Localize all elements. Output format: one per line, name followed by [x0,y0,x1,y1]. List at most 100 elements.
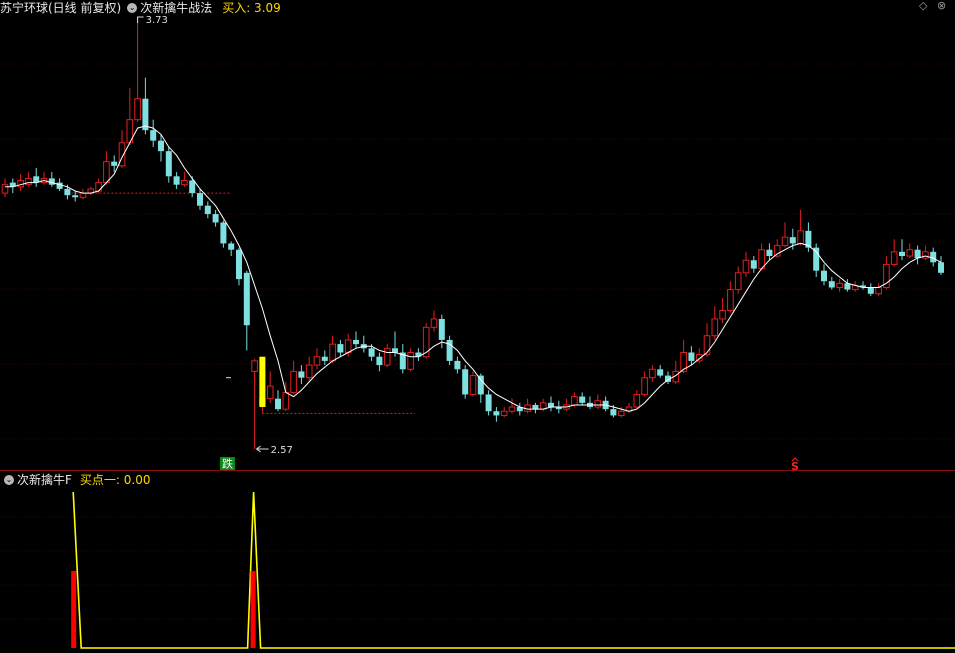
candle [236,247,242,286]
candle [587,396,593,410]
candle [321,350,328,366]
candle-body [617,410,625,416]
s-marker: S [791,460,799,473]
candle-body [282,391,290,410]
candle [275,390,281,412]
candle [446,335,453,366]
candle-body [711,318,719,337]
candle [189,176,196,198]
signal-bar [259,356,266,408]
candle [797,209,804,246]
candle-body [1,184,9,194]
candle [399,344,406,374]
candle-body [173,176,180,185]
chart-canvas[interactable]: 3.73 2.57 跌 S [0,0,955,653]
candle [228,241,235,257]
candle [875,283,882,296]
candle-body [867,287,874,294]
candle [251,358,258,449]
candle [602,396,609,412]
candle [922,245,929,261]
candle [579,392,586,405]
candle [594,394,602,410]
candle [165,146,172,183]
candle-body [204,205,211,215]
candle [625,402,633,414]
candle-body [734,272,742,291]
candle-body [727,289,734,312]
candle [493,407,500,422]
candle [500,407,508,418]
candle [181,172,188,187]
candle-body [493,411,500,416]
candle [899,239,905,261]
candle [87,186,95,196]
candle-body [243,272,250,326]
candle-body [890,251,898,265]
candle-body [134,98,141,121]
candle-body [469,375,477,395]
candle-body [266,385,274,400]
candle-body [649,368,656,379]
candle [48,172,55,187]
low-label: 2.57 [271,445,293,456]
candle-body [79,192,87,198]
candle-body [165,151,172,177]
candle [727,281,734,313]
ma-line [5,125,942,412]
candle-body [72,195,79,198]
candle-body [103,161,110,184]
candle [938,256,944,275]
candle [454,356,461,374]
candle [430,310,438,332]
candle [415,348,422,361]
candle-body [344,339,352,354]
candle [383,344,391,368]
candle-body [610,409,617,416]
candle-body [477,375,484,395]
candle-body [111,161,118,166]
candle [25,172,32,187]
candle [734,266,742,294]
candle [641,371,648,397]
candle-body [500,410,508,416]
candle-body [789,237,796,244]
candle-body [579,396,586,403]
candle [719,297,726,324]
candle [828,277,835,290]
candle [360,335,367,353]
candle [813,243,820,277]
candle [17,174,24,191]
candle [890,239,898,267]
candle [657,365,664,378]
candle-body [321,356,328,361]
candle [220,220,227,248]
candle [821,264,827,286]
high-label: 3.73 [146,15,168,26]
candle-body [641,377,648,395]
candle-body [158,140,164,152]
candle [836,279,843,292]
candle [688,346,695,366]
candle [243,270,250,351]
candle-body [594,400,602,408]
candle-body [383,347,391,366]
candle [516,402,523,416]
candle-body [813,247,820,271]
candle [103,151,110,185]
candle [204,201,211,219]
candle-body [836,282,843,288]
candle [290,360,297,395]
candle [649,365,656,382]
candle [750,256,757,273]
candle-body [508,406,516,412]
indicator-line [72,491,955,649]
candle-body [430,318,438,328]
candle [376,352,383,372]
candle-body [633,393,641,408]
candle [742,251,750,277]
candle [173,172,180,189]
candle-body [228,243,235,250]
candle [337,339,344,357]
candle-body [719,310,726,320]
